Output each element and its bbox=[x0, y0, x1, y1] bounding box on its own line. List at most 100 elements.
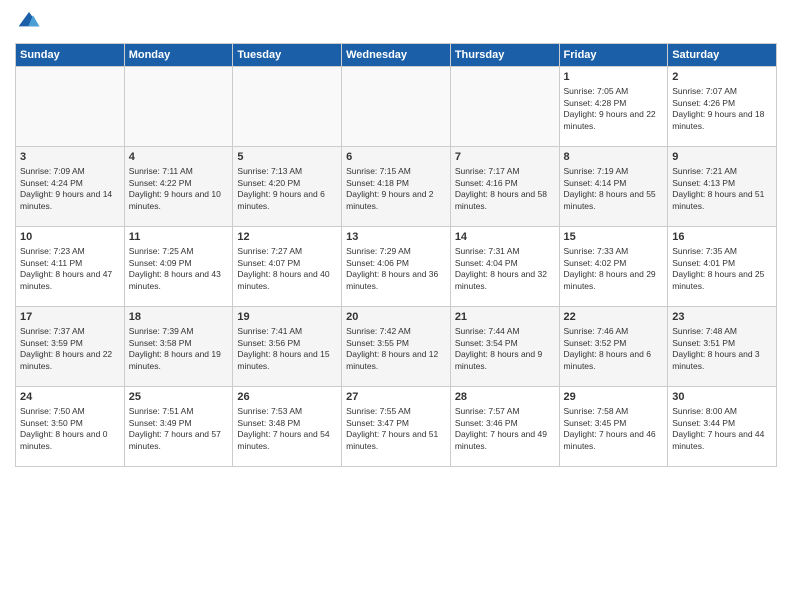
day-cell: 15 Sunrise: 7:33 AM Sunset: 4:02 PM Dayli… bbox=[559, 227, 668, 307]
day-number: 11 bbox=[129, 230, 229, 244]
day-cell: 4 Sunrise: 7:11 AM Sunset: 4:22 PM Daylig… bbox=[124, 147, 233, 227]
day-number: 9 bbox=[672, 150, 772, 164]
header bbox=[15, 10, 777, 35]
day-cell: 26 Sunrise: 7:53 AM Sunset: 3:48 PM Dayli… bbox=[233, 387, 342, 467]
day-cell: 9 Sunrise: 7:21 AM Sunset: 4:13 PM Daylig… bbox=[668, 147, 777, 227]
day-number: 29 bbox=[564, 390, 664, 404]
day-info: Sunrise: 7:53 AM Sunset: 3:48 PM Dayligh… bbox=[237, 406, 337, 452]
day-cell: 12 Sunrise: 7:27 AM Sunset: 4:07 PM Dayli… bbox=[233, 227, 342, 307]
day-info: Sunrise: 7:31 AM Sunset: 4:04 PM Dayligh… bbox=[455, 246, 555, 292]
day-number: 22 bbox=[564, 310, 664, 324]
day-info: Sunrise: 7:35 AM Sunset: 4:01 PM Dayligh… bbox=[672, 246, 772, 292]
day-info: Sunrise: 8:00 AM Sunset: 3:44 PM Dayligh… bbox=[672, 406, 772, 452]
day-cell bbox=[450, 67, 559, 147]
day-number: 24 bbox=[20, 390, 120, 404]
day-info: Sunrise: 7:13 AM Sunset: 4:20 PM Dayligh… bbox=[237, 166, 337, 212]
day-info: Sunrise: 7:23 AM Sunset: 4:11 PM Dayligh… bbox=[20, 246, 120, 292]
day-number: 20 bbox=[346, 310, 446, 324]
day-info: Sunrise: 7:25 AM Sunset: 4:09 PM Dayligh… bbox=[129, 246, 229, 292]
day-info: Sunrise: 7:50 AM Sunset: 3:50 PM Dayligh… bbox=[20, 406, 120, 452]
day-info: Sunrise: 7:46 AM Sunset: 3:52 PM Dayligh… bbox=[564, 326, 664, 372]
day-cell: 18Sunrise: 7:39 AM Sunset: 3:58 PM Dayli… bbox=[124, 307, 233, 387]
day-number: 2 bbox=[672, 70, 772, 84]
day-number: 19 bbox=[237, 310, 337, 324]
day-number: 8 bbox=[564, 150, 664, 164]
day-info: Sunrise: 7:33 AM Sunset: 4:02 PM Dayligh… bbox=[564, 246, 664, 292]
day-number: 15 bbox=[564, 230, 664, 244]
day-info: Sunrise: 7:41 AM Sunset: 3:56 PM Dayligh… bbox=[237, 326, 337, 372]
day-info: Sunrise: 7:51 AM Sunset: 3:49 PM Dayligh… bbox=[129, 406, 229, 452]
day-cell: 30 Sunrise: 8:00 AM Sunset: 3:44 PM Dayli… bbox=[668, 387, 777, 467]
day-number: 25 bbox=[129, 390, 229, 404]
header-cell-thursday: Thursday bbox=[450, 44, 559, 67]
day-cell: 29 Sunrise: 7:58 AM Sunset: 3:45 PM Dayli… bbox=[559, 387, 668, 467]
day-number: 4 bbox=[129, 150, 229, 164]
day-cell: 19 Sunrise: 7:41 AM Sunset: 3:56 PM Dayli… bbox=[233, 307, 342, 387]
day-info: Sunrise: 7:29 AM Sunset: 4:06 PM Dayligh… bbox=[346, 246, 446, 292]
day-info: Sunrise: 7:15 AM Sunset: 4:18 PM Dayligh… bbox=[346, 166, 446, 212]
day-number: 10 bbox=[20, 230, 120, 244]
header-cell-sunday: Sunday bbox=[16, 44, 125, 67]
header-cell-wednesday: Wednesday bbox=[342, 44, 451, 67]
day-info: Sunrise: 7:48 AM Sunset: 3:51 PM Dayligh… bbox=[672, 326, 772, 372]
week-row-2: 3Sunrise: 7:09 AM Sunset: 4:24 PM Daylig… bbox=[16, 147, 777, 227]
day-cell: 25 Sunrise: 7:51 AM Sunset: 3:49 PM Dayli… bbox=[124, 387, 233, 467]
day-number: 21 bbox=[455, 310, 555, 324]
day-cell: 5 Sunrise: 7:13 AM Sunset: 4:20 PM Daylig… bbox=[233, 147, 342, 227]
day-info: Sunrise: 7:57 AM Sunset: 3:46 PM Dayligh… bbox=[455, 406, 555, 452]
day-cell bbox=[342, 67, 451, 147]
day-cell: 1Sunrise: 7:05 AM Sunset: 4:28 PM Daylig… bbox=[559, 67, 668, 147]
day-number: 13 bbox=[346, 230, 446, 244]
day-number: 23 bbox=[672, 310, 772, 324]
day-cell bbox=[233, 67, 342, 147]
day-cell: 17 Sunrise: 7:37 AM Sunset: 3:59 PM Dayli… bbox=[16, 307, 125, 387]
day-number: 28 bbox=[455, 390, 555, 404]
logo-icon bbox=[17, 10, 41, 30]
day-info: Sunrise: 7:42 AM Sunset: 3:55 PM Dayligh… bbox=[346, 326, 446, 372]
day-number: 1 bbox=[564, 70, 664, 84]
header-row: SundayMondayTuesdayWednesdayThursdayFrid… bbox=[16, 44, 777, 67]
week-row-5: 24 Sunrise: 7:50 AM Sunset: 3:50 PM Dayli… bbox=[16, 387, 777, 467]
day-number: 27 bbox=[346, 390, 446, 404]
day-cell: 28 Sunrise: 7:57 AM Sunset: 3:46 PM Dayli… bbox=[450, 387, 559, 467]
day-number: 12 bbox=[237, 230, 337, 244]
day-info: Sunrise: 7:17 AM Sunset: 4:16 PM Dayligh… bbox=[455, 166, 555, 212]
calendar: SundayMondayTuesdayWednesdayThursdayFrid… bbox=[15, 43, 777, 467]
header-cell-monday: Monday bbox=[124, 44, 233, 67]
day-cell: 8Sunrise: 7:19 AM Sunset: 4:14 PM Daylig… bbox=[559, 147, 668, 227]
day-cell: 24 Sunrise: 7:50 AM Sunset: 3:50 PM Dayli… bbox=[16, 387, 125, 467]
day-info: Sunrise: 7:11 AM Sunset: 4:22 PM Dayligh… bbox=[129, 166, 229, 212]
day-info: Sunrise: 7:27 AM Sunset: 4:07 PM Dayligh… bbox=[237, 246, 337, 292]
day-info: Sunrise: 7:07 AM Sunset: 4:26 PM Dayligh… bbox=[672, 86, 772, 132]
day-number: 16 bbox=[672, 230, 772, 244]
day-info: Sunrise: 7:09 AM Sunset: 4:24 PM Dayligh… bbox=[20, 166, 120, 212]
day-cell: 11 Sunrise: 7:25 AM Sunset: 4:09 PM Dayli… bbox=[124, 227, 233, 307]
day-cell: 13 Sunrise: 7:29 AM Sunset: 4:06 PM Dayli… bbox=[342, 227, 451, 307]
day-number: 5 bbox=[237, 150, 337, 164]
day-number: 7 bbox=[455, 150, 555, 164]
day-number: 17 bbox=[20, 310, 120, 324]
header-cell-friday: Friday bbox=[559, 44, 668, 67]
day-cell: 14 Sunrise: 7:31 AM Sunset: 4:04 PM Dayli… bbox=[450, 227, 559, 307]
day-info: Sunrise: 7:58 AM Sunset: 3:45 PM Dayligh… bbox=[564, 406, 664, 452]
day-info: Sunrise: 7:21 AM Sunset: 4:13 PM Dayligh… bbox=[672, 166, 772, 212]
page: SundayMondayTuesdayWednesdayThursdayFrid… bbox=[0, 0, 792, 612]
day-info: Sunrise: 7:44 AM Sunset: 3:54 PM Dayligh… bbox=[455, 326, 555, 372]
header-cell-tuesday: Tuesday bbox=[233, 44, 342, 67]
day-info: Sunrise: 7:39 AM Sunset: 3:58 PM Dayligh… bbox=[129, 326, 229, 372]
day-cell: 3Sunrise: 7:09 AM Sunset: 4:24 PM Daylig… bbox=[16, 147, 125, 227]
day-number: 14 bbox=[455, 230, 555, 244]
day-cell: 20 Sunrise: 7:42 AM Sunset: 3:55 PM Dayli… bbox=[342, 307, 451, 387]
week-row-3: 10 Sunrise: 7:23 AM Sunset: 4:11 PM Dayli… bbox=[16, 227, 777, 307]
day-number: 26 bbox=[237, 390, 337, 404]
day-cell bbox=[124, 67, 233, 147]
day-cell: 27Sunrise: 7:55 AM Sunset: 3:47 PM Dayli… bbox=[342, 387, 451, 467]
week-row-4: 17 Sunrise: 7:37 AM Sunset: 3:59 PM Dayli… bbox=[16, 307, 777, 387]
day-number: 30 bbox=[672, 390, 772, 404]
day-cell bbox=[16, 67, 125, 147]
day-cell: 7 Sunrise: 7:17 AM Sunset: 4:16 PM Daylig… bbox=[450, 147, 559, 227]
day-number: 6 bbox=[346, 150, 446, 164]
day-cell: 23 Sunrise: 7:48 AM Sunset: 3:51 PM Dayli… bbox=[668, 307, 777, 387]
day-cell: 2 Sunrise: 7:07 AM Sunset: 4:26 PM Daylig… bbox=[668, 67, 777, 147]
day-info: Sunrise: 7:37 AM Sunset: 3:59 PM Dayligh… bbox=[20, 326, 120, 372]
